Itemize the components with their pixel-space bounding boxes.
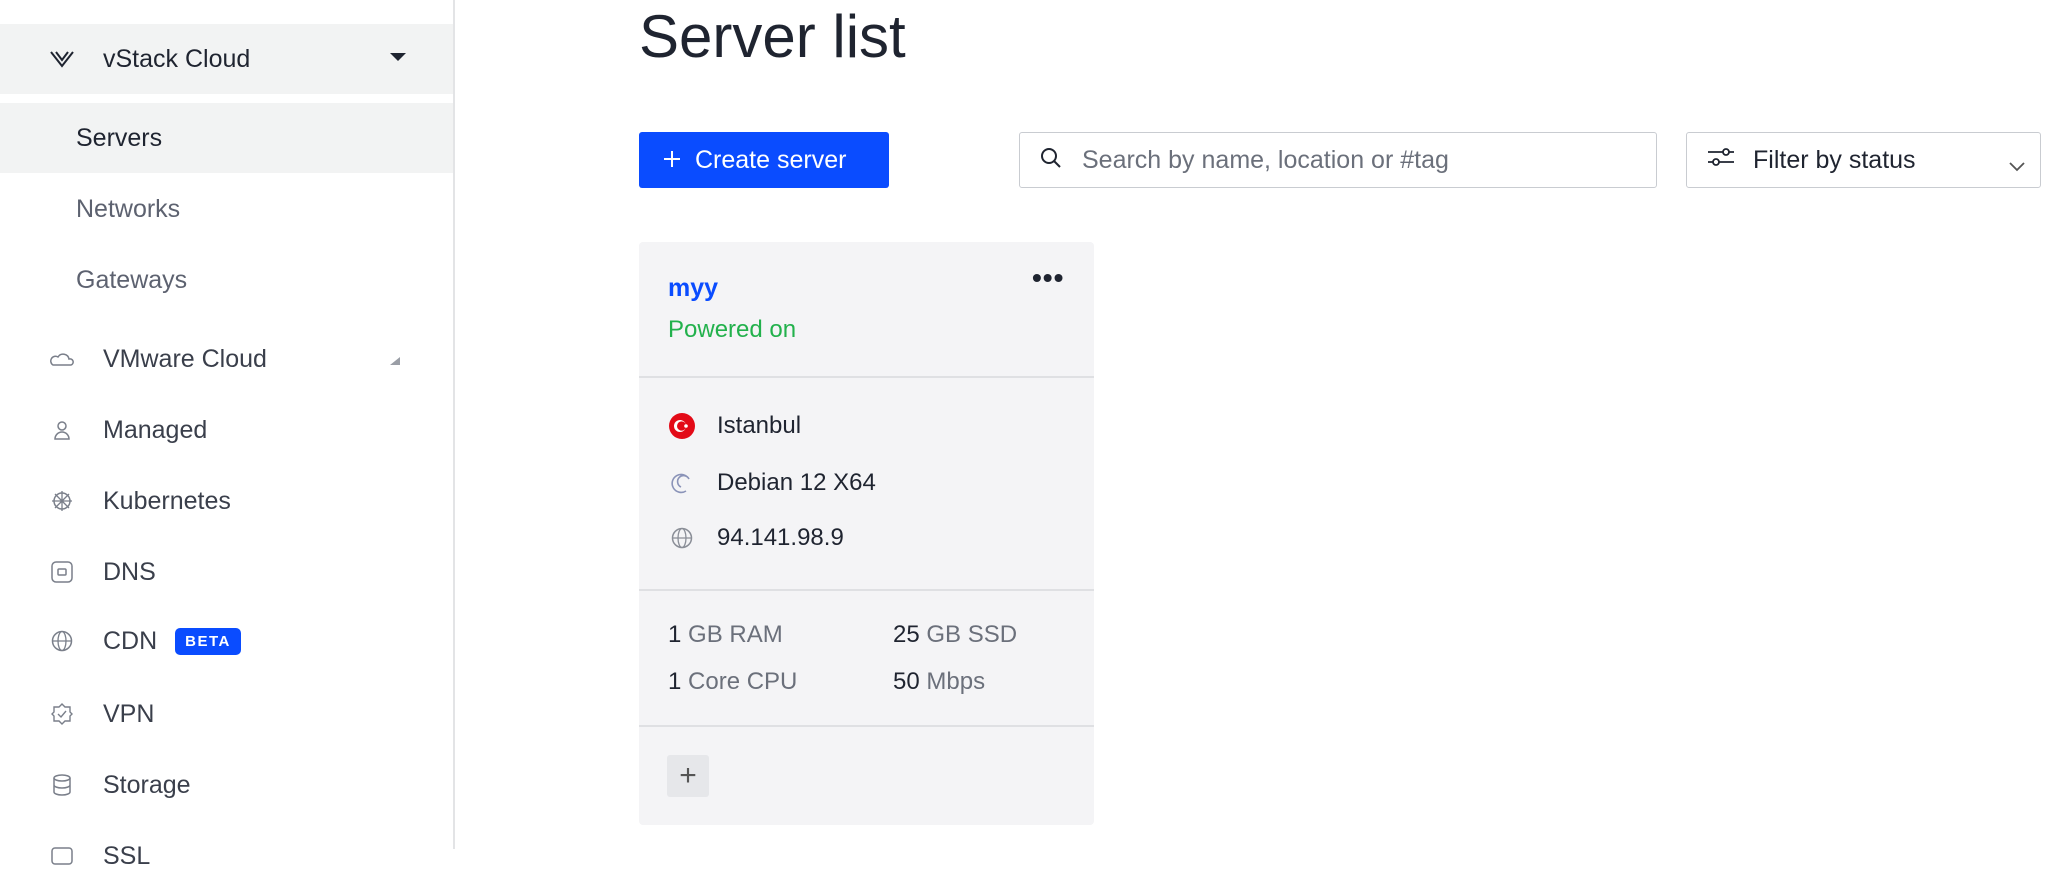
status-text: Powered on (668, 316, 797, 343)
cpu-unit: Core CPU (688, 668, 798, 695)
ram-value: 1 (668, 621, 682, 648)
sidebar-item-networks[interactable]: Networks (0, 174, 453, 244)
search-field[interactable] (1019, 132, 1657, 188)
sidebar-item-label: Kubernetes (103, 486, 231, 515)
os-text: Debian 12 X64 (717, 469, 876, 496)
sidebar-item-storage[interactable]: Storage (0, 755, 453, 815)
divider (639, 376, 1094, 378)
ram-unit: GB RAM (688, 621, 783, 648)
database-icon (50, 773, 74, 797)
sidebar-group-label: vStack Cloud (103, 44, 251, 73)
sidebar-item-cdn[interactable]: CDN BETA (0, 611, 453, 671)
bandwidth-unit: Mbps (926, 668, 986, 695)
bandwidth-spec: 50 Mbps (893, 668, 985, 696)
page-title: Server list (639, 3, 906, 70)
add-tag-button[interactable]: + (667, 755, 709, 797)
turkey-flag-icon (668, 412, 696, 440)
filter-label: Filter by status (1753, 145, 1916, 174)
server-card: myy Powered on ••• Istanbul Debian 12 X6… (639, 242, 1094, 825)
shield-gear-icon (50, 702, 74, 726)
sidebar-item-label: Networks (76, 194, 181, 223)
server-name-link[interactable]: myy (668, 274, 718, 303)
sidebar-item-label: Managed (103, 415, 208, 444)
sidebar-item-label: DNS (103, 557, 156, 586)
sidebar-item-label: VPN (103, 699, 155, 728)
sidebar-item-vmware-cloud[interactable]: VMware Cloud (0, 329, 453, 389)
bandwidth-value: 50 (893, 668, 920, 695)
plus-icon (663, 146, 681, 175)
beta-badge: BETA (175, 627, 241, 655)
sidebar-item-label: Storage (103, 770, 191, 799)
sidebar-item-vpn[interactable]: VPN (0, 684, 453, 744)
helm-icon (50, 489, 74, 513)
sidebar-item-servers[interactable]: Servers (0, 103, 453, 173)
caret-down-icon[interactable] (388, 50, 408, 68)
debian-icon (668, 469, 696, 497)
ram-spec: 1 GB RAM (668, 621, 783, 649)
divider (639, 725, 1094, 727)
sidebar-item-label: VMware Cloud (103, 344, 267, 373)
disk-value: 25 (893, 621, 920, 648)
sidebar-item-label: CDN (103, 626, 158, 655)
caret-icon[interactable] (388, 345, 402, 374)
sidebar-item-gateways[interactable]: Gateways (0, 245, 453, 315)
globe-icon (668, 524, 696, 552)
sidebar-item-ssl[interactable]: SSL (0, 826, 453, 886)
vstack-logo-icon (50, 47, 74, 71)
disk-spec: 25 GB SSD (893, 621, 1017, 649)
ssl-icon (50, 844, 74, 868)
user-icon (50, 418, 74, 442)
cpu-spec: 1 Core CPU (668, 668, 797, 696)
cloud-icon (50, 347, 74, 371)
chevron-down-icon (2008, 151, 2026, 180)
sidebar-group-vstack-cloud[interactable]: vStack Cloud (0, 24, 453, 94)
sidebar-item-kubernetes[interactable]: Kubernetes (0, 471, 453, 531)
ip-address-text: 94.141.98.9 (717, 524, 844, 551)
location-row: Istanbul (668, 412, 801, 440)
search-icon (1040, 147, 1062, 174)
sliders-icon (1707, 146, 1735, 175)
filter-by-status-select[interactable]: Filter by status (1686, 132, 2041, 188)
disk-unit: GB SSD (926, 621, 1018, 648)
sidebar-item-label: Gateways (76, 265, 188, 294)
location-text: Istanbul (717, 412, 802, 439)
search-input[interactable] (1082, 145, 1642, 175)
ip-row: 94.141.98.9 (668, 524, 844, 552)
dns-icon (50, 560, 74, 584)
sidebar: vStack Cloud Servers Networks Gateways V… (0, 0, 455, 870)
sidebar-item-managed[interactable]: Managed (0, 400, 453, 460)
more-options-icon[interactable]: ••• (1032, 262, 1064, 294)
cpu-value: 1 (668, 668, 682, 695)
os-row: Debian 12 X64 (668, 469, 876, 497)
sidebar-item-label: SSL (103, 841, 151, 870)
sidebar-item-label: Servers (76, 123, 163, 152)
create-server-button[interactable]: Create server (639, 132, 889, 188)
sidebar-item-dns[interactable]: DNS (0, 542, 453, 602)
divider (639, 589, 1094, 591)
globe-icon (50, 629, 74, 653)
create-server-label: Create server (695, 145, 847, 174)
